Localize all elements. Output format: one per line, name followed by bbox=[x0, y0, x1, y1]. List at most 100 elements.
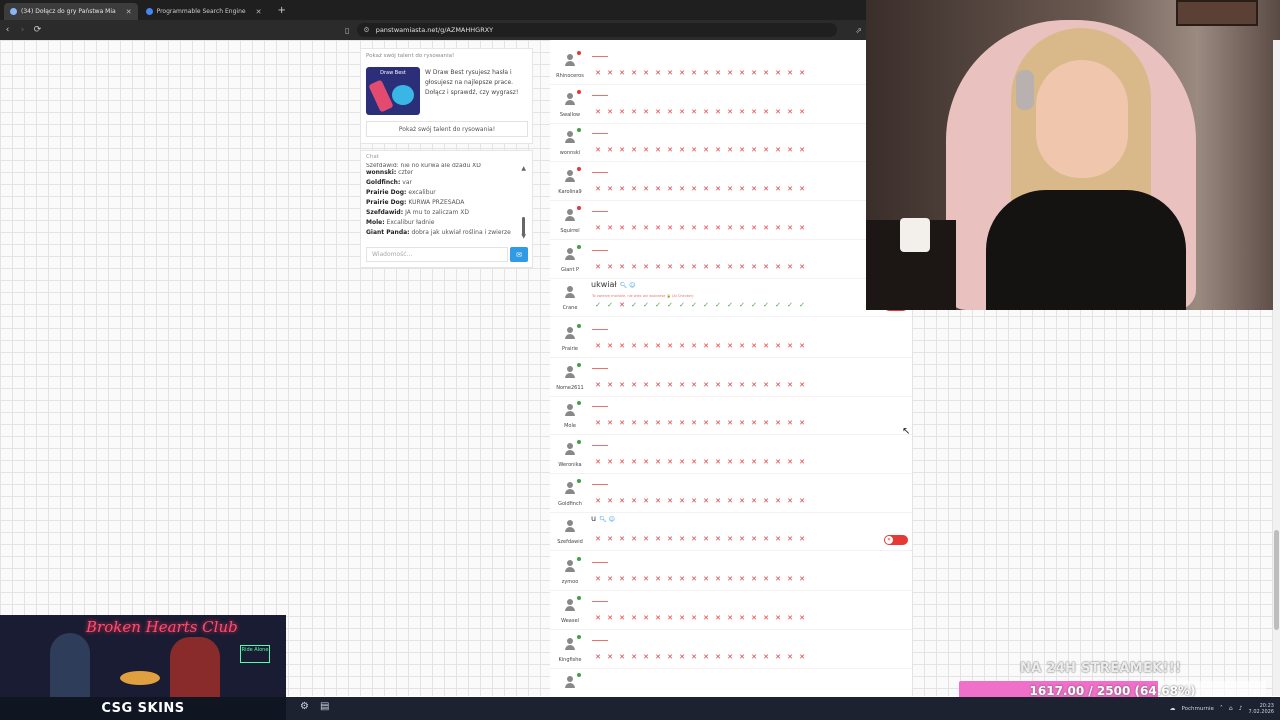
cross-icon[interactable]: ✕ bbox=[676, 224, 688, 233]
cross-icon[interactable]: ✕ bbox=[796, 146, 808, 155]
cross-icon[interactable]: ✕ bbox=[628, 69, 640, 78]
cross-icon[interactable]: ✕ bbox=[772, 381, 784, 390]
cross-icon[interactable]: ✕ bbox=[616, 263, 628, 272]
cross-icon[interactable]: ✕ bbox=[640, 263, 652, 272]
cross-icon[interactable]: ✕ bbox=[748, 575, 760, 584]
cross-icon[interactable]: ✕ bbox=[640, 381, 652, 390]
cross-icon[interactable]: ✕ bbox=[700, 381, 712, 390]
cross-icon[interactable]: ✕ bbox=[796, 614, 808, 623]
cross-icon[interactable]: ✕ bbox=[736, 653, 748, 662]
cross-icon[interactable]: ✕ bbox=[712, 458, 724, 467]
cross-icon[interactable]: ✕ bbox=[688, 69, 700, 78]
cross-icon[interactable]: ✕ bbox=[784, 185, 796, 194]
cross-icon[interactable]: ✕ bbox=[700, 342, 712, 351]
cross-icon[interactable]: ✕ bbox=[700, 458, 712, 467]
cross-icon[interactable]: ✕ bbox=[628, 497, 640, 506]
cross-icon[interactable]: ✕ bbox=[724, 381, 736, 390]
cross-icon[interactable]: ✕ bbox=[796, 108, 808, 117]
check-icon[interactable]: ✓ bbox=[760, 301, 772, 310]
cross-icon[interactable]: ✕ bbox=[772, 614, 784, 623]
cross-icon[interactable]: ✕ bbox=[676, 535, 688, 544]
cross-icon[interactable]: ✕ bbox=[664, 653, 676, 662]
check-icon[interactable]: ✓ bbox=[652, 301, 664, 310]
cross-icon[interactable]: ✕ bbox=[772, 653, 784, 662]
cross-icon[interactable]: ✕ bbox=[640, 535, 652, 544]
cross-icon[interactable]: ✕ bbox=[652, 185, 664, 194]
cross-icon[interactable]: ✕ bbox=[784, 108, 796, 117]
cross-icon[interactable]: ✕ bbox=[784, 381, 796, 390]
cross-icon[interactable]: ✕ bbox=[652, 381, 664, 390]
cross-icon[interactable]: ✕ bbox=[604, 69, 616, 78]
cross-icon[interactable]: ✕ bbox=[592, 185, 604, 194]
cross-icon[interactable]: ✕ bbox=[640, 224, 652, 233]
check-icon[interactable]: ✓ bbox=[700, 301, 712, 310]
cross-icon[interactable]: ✕ bbox=[736, 69, 748, 78]
cross-icon[interactable]: ✕ bbox=[604, 535, 616, 544]
cross-icon[interactable]: ✕ bbox=[676, 458, 688, 467]
cross-icon[interactable]: ✕ bbox=[628, 575, 640, 584]
cross-icon[interactable]: ✕ bbox=[688, 653, 700, 662]
cross-icon[interactable]: ✕ bbox=[724, 419, 736, 428]
network-icon[interactable]: ⌂ bbox=[1229, 705, 1233, 712]
cross-icon[interactable]: ✕ bbox=[592, 575, 604, 584]
cross-icon[interactable]: ✕ bbox=[676, 381, 688, 390]
cross-icon[interactable]: ✕ bbox=[592, 263, 604, 272]
cross-icon[interactable]: ✕ bbox=[712, 263, 724, 272]
cross-icon[interactable]: ✕ bbox=[700, 224, 712, 233]
cross-icon[interactable]: ✕ bbox=[592, 108, 604, 117]
cross-icon[interactable]: ✕ bbox=[652, 224, 664, 233]
cross-icon[interactable]: ✕ bbox=[640, 342, 652, 351]
check-icon[interactable]: ✓ bbox=[592, 301, 604, 310]
cross-icon[interactable]: ✕ bbox=[664, 535, 676, 544]
cross-icon[interactable]: ✕ bbox=[712, 653, 724, 662]
cross-icon[interactable]: ✕ bbox=[772, 497, 784, 506]
cross-icon[interactable]: ✕ bbox=[748, 342, 760, 351]
cross-icon[interactable]: ✕ bbox=[796, 575, 808, 584]
cross-icon[interactable]: ✕ bbox=[688, 263, 700, 272]
cross-icon[interactable]: ✕ bbox=[724, 497, 736, 506]
tab-game[interactable]: (34) Dołącz do gry Państwa Mia ✕ bbox=[4, 3, 138, 20]
cross-icon[interactable]: ✕ bbox=[688, 458, 700, 467]
cross-icon[interactable]: ✕ bbox=[664, 69, 676, 78]
check-icon[interactable]: ✓ bbox=[796, 301, 808, 310]
cross-icon[interactable]: ✕ bbox=[628, 535, 640, 544]
cross-icon[interactable]: ✕ bbox=[784, 575, 796, 584]
cross-icon[interactable]: ✕ bbox=[616, 614, 628, 623]
tray-chevron-icon[interactable]: ˄ bbox=[1220, 705, 1223, 712]
cross-icon[interactable]: ✕ bbox=[676, 69, 688, 78]
cross-icon[interactable]: ✕ bbox=[676, 653, 688, 662]
cross-icon[interactable]: ✕ bbox=[604, 263, 616, 272]
cross-icon[interactable]: ✕ bbox=[604, 458, 616, 467]
cross-icon[interactable]: ✕ bbox=[772, 342, 784, 351]
cross-icon[interactable]: ✕ bbox=[640, 419, 652, 428]
cross-icon[interactable]: ✕ bbox=[760, 342, 772, 351]
cross-icon[interactable]: ✕ bbox=[772, 263, 784, 272]
cross-icon[interactable]: ✕ bbox=[592, 69, 604, 78]
cross-icon[interactable]: ✕ bbox=[736, 185, 748, 194]
cross-icon[interactable]: ✕ bbox=[796, 497, 808, 506]
cross-icon[interactable]: ✕ bbox=[784, 224, 796, 233]
cross-icon[interactable]: ✕ bbox=[796, 263, 808, 272]
reject-toggle[interactable]: ✕ bbox=[884, 535, 908, 546]
search-icon[interactable]: 🔍︎ ☺ bbox=[620, 282, 636, 289]
cross-icon[interactable]: ✕ bbox=[652, 653, 664, 662]
cross-icon[interactable]: ✕ bbox=[664, 497, 676, 506]
cross-icon[interactable]: ✕ bbox=[724, 224, 736, 233]
cross-icon[interactable]: ✕ bbox=[700, 535, 712, 544]
cross-icon[interactable]: ✕ bbox=[700, 575, 712, 584]
cross-icon[interactable]: ✕ bbox=[796, 69, 808, 78]
cross-icon[interactable]: ✕ bbox=[796, 185, 808, 194]
cross-icon[interactable]: ✕ bbox=[700, 146, 712, 155]
cross-icon[interactable]: ✕ bbox=[796, 535, 808, 544]
settings-gear-icon[interactable]: ⚙ bbox=[300, 701, 309, 712]
check-icon[interactable]: ✓ bbox=[604, 301, 616, 310]
cross-icon[interactable]: ✕ bbox=[592, 458, 604, 467]
cross-icon[interactable]: ✕ bbox=[688, 614, 700, 623]
cross-icon[interactable]: ✕ bbox=[616, 69, 628, 78]
cross-icon[interactable]: ✕ bbox=[592, 497, 604, 506]
cross-icon[interactable]: ✕ bbox=[700, 419, 712, 428]
cross-icon[interactable]: ✕ bbox=[736, 342, 748, 351]
cross-icon[interactable]: ✕ bbox=[748, 185, 760, 194]
external-link-icon[interactable]: ⇗ bbox=[855, 26, 862, 35]
address-bar[interactable]: ⚙ panstwamiasta.net/g/AZMAHHGRXY bbox=[357, 23, 838, 37]
